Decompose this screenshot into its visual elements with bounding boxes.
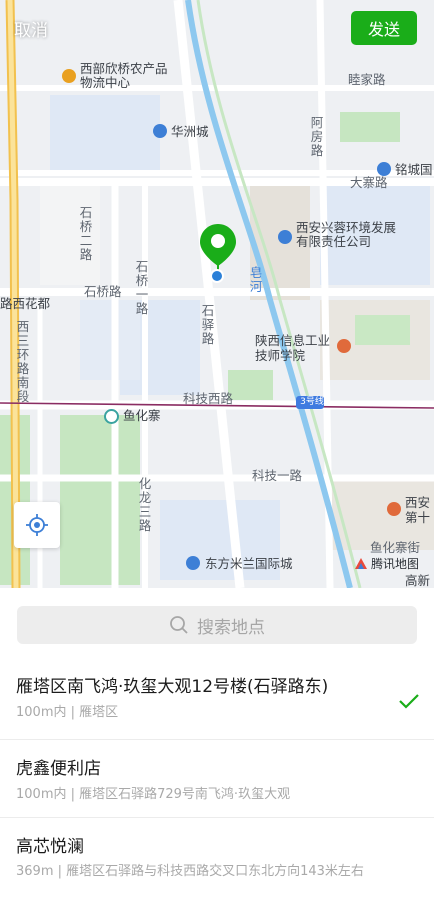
list-item-title: 高芯悦澜	[16, 837, 84, 857]
map-label-road: 科技一路	[252, 468, 303, 483]
map-label-road: 鱼化寨街	[370, 540, 421, 555]
poi-icon	[62, 69, 76, 83]
send-button[interactable]: 发送	[351, 11, 417, 45]
map-label-road: 西三环路南段	[16, 319, 30, 404]
list-item-subtitle: 100m内 | 雁塔区	[16, 705, 119, 720]
map-label-minglu: 铭城国	[395, 162, 433, 177]
list-item-title: 雁塔区南飞鸿·玖玺大观12号楼(石驿路东)	[16, 677, 329, 697]
list-item-title: 虎鑫便利店	[16, 759, 101, 779]
results-list: 雁塔区南飞鸿·玖玺大观12号楼(石驿路东) 100m内 | 雁塔区 虎鑫便利店 …	[0, 658, 434, 900]
poi-icon	[337, 339, 351, 353]
check-icon	[399, 694, 419, 709]
poi-icon	[387, 502, 401, 516]
metro-station-icon	[104, 409, 119, 424]
map-label-station: 鱼化寨	[123, 408, 161, 423]
map-label-school: 西安第十	[405, 495, 431, 525]
metro-line-badge: 3号线	[300, 397, 324, 407]
locate-icon	[26, 514, 48, 536]
map-label-market: 西部欣桥农产品物流中心	[80, 61, 168, 90]
cancel-button[interactable]: 取消	[14, 16, 48, 41]
map-label-road: 阿房路	[310, 115, 324, 158]
map-label-gaoxin: 高新	[405, 573, 431, 588]
search-icon	[170, 616, 188, 634]
poi-icon	[153, 124, 167, 138]
map-label-road: 石桥二路	[79, 205, 93, 262]
list-item[interactable]: 虎鑫便利店 100m内 | 雁塔区石驿路729号南飞鸿·玖玺大观	[0, 740, 434, 818]
watermark-label: 腾讯地图	[371, 557, 420, 571]
map-label-road: 石桥路	[84, 284, 122, 299]
map-base	[0, 0, 434, 588]
map-label-lihuadu: 路西花都	[0, 296, 51, 311]
list-item[interactable]: 高芯悦澜 369m | 雁塔区石驿路与科技西路交叉口东北方向143米左右	[0, 818, 434, 900]
tencent-map-logo-icon	[355, 557, 367, 569]
map-label-road: 石桥一路	[135, 259, 149, 316]
map-label-school: 陕西信息工业技师学院	[255, 333, 331, 363]
location-pin-icon	[200, 224, 236, 283]
poi-icon	[278, 230, 292, 244]
map-watermark: 腾讯地图	[354, 555, 419, 572]
map-label-road: 科技西路	[183, 391, 234, 406]
map-view[interactable]: 西部欣桥农产品物流中心 华洲城 睦家路 阿房路 铭城国 大寨路 西安兴蓉环境发展…	[0, 0, 434, 588]
list-item-subtitle: 100m内 | 雁塔区石驿路729号南飞鸿·玖玺大观	[16, 787, 291, 802]
map-label-company: 西安兴蓉环境发展有限责任公司	[296, 220, 397, 249]
poi-icon	[186, 556, 200, 570]
list-item[interactable]: 雁塔区南飞鸿·玖玺大观12号楼(石驿路东) 100m内 | 雁塔区	[0, 658, 434, 740]
search-input[interactable]: 搜索地点	[17, 606, 417, 644]
search-area: 搜索地点	[0, 588, 434, 658]
map-label-road: 化龙三路	[138, 476, 152, 533]
map-label-huazhoucheng: 华洲城	[171, 124, 209, 139]
map-label-road: 石驿路	[201, 303, 215, 346]
locate-button[interactable]	[14, 502, 60, 548]
poi-icon	[377, 162, 391, 176]
list-item-subtitle: 369m | 雁塔区石驿路与科技西路交叉口东北方向143米左右	[16, 864, 364, 879]
map-label-river: 皂河	[249, 265, 263, 294]
map-label-road: 睦家路	[348, 72, 386, 87]
map-label-road: 大寨路	[350, 175, 388, 190]
search-placeholder: 搜索地点	[197, 617, 265, 638]
map-label-poi: 东方米兰国际城	[205, 556, 293, 571]
